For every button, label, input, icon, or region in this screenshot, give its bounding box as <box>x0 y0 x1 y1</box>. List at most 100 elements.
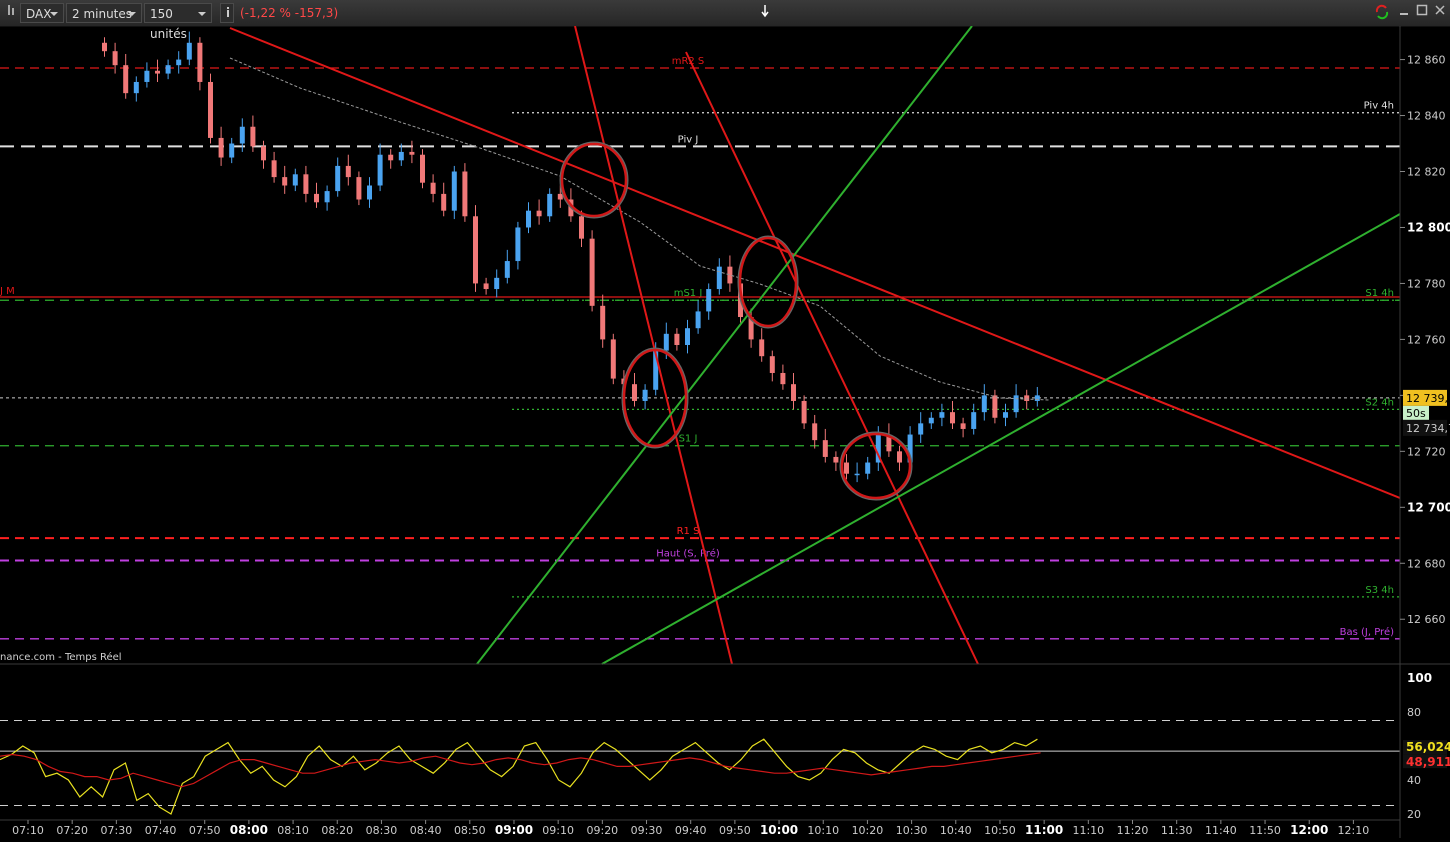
chevron-down-icon <box>198 12 206 16</box>
moving-average-line <box>229 57 1051 401</box>
candle-body <box>685 328 690 345</box>
candle-body <box>504 261 510 278</box>
trendline-red <box>574 25 733 665</box>
level-label: Haut (S, Pré) <box>656 547 720 559</box>
arrow-down-icon[interactable] <box>757 4 773 20</box>
candle-body <box>854 473 860 476</box>
candle-body <box>483 283 489 290</box>
candle-body <box>420 154 425 183</box>
time-tick-label: 07:20 <box>56 824 88 837</box>
time-tick-label: 11:00 <box>1025 823 1063 837</box>
time-tick-label: 07:50 <box>189 824 221 837</box>
candle-body <box>441 193 447 211</box>
candle-body <box>282 177 288 186</box>
candle-body <box>345 165 351 178</box>
osc-tick-label: 40 <box>1407 774 1421 787</box>
candle-body <box>155 70 160 74</box>
candle-body <box>918 423 924 435</box>
candle-body <box>759 339 765 357</box>
time-tick-label: 10:10 <box>807 824 839 837</box>
time-tick-label: 10:20 <box>852 824 884 837</box>
minimize-icon[interactable] <box>1396 4 1412 20</box>
candle-body <box>462 171 468 217</box>
candle-body <box>356 177 362 200</box>
price-tick-label: 12 760 <box>1407 333 1446 346</box>
close-icon[interactable] <box>1432 4 1448 20</box>
info-icon[interactable] <box>220 3 234 23</box>
candle-body <box>1034 395 1040 401</box>
time-tick-label: 07:10 <box>12 824 44 837</box>
candle-body <box>208 81 213 138</box>
chevron-down-icon <box>50 12 58 16</box>
level-label: R1 S <box>677 526 700 537</box>
candle-body <box>547 193 553 217</box>
timeframe-selector[interactable]: 2 minutes <box>66 3 142 23</box>
current-price-text: 12 739,1 <box>1406 392 1450 405</box>
candle-body <box>663 333 669 351</box>
trendline-red <box>685 51 979 665</box>
candle-body <box>600 305 606 340</box>
candle-body <box>229 143 235 158</box>
candle-body <box>218 137 224 158</box>
candle-body <box>123 65 129 94</box>
time-tick-label: 11:40 <box>1205 824 1237 837</box>
candle-body <box>250 126 256 147</box>
time-tick-label: 08:10 <box>277 824 309 837</box>
candle-body <box>303 174 309 194</box>
price-tick-label: 12 860 <box>1407 54 1446 67</box>
time-tick-label: 08:20 <box>321 824 353 837</box>
instrument-selector[interactable]: DAX <box>20 3 64 23</box>
time-tick-label: 10:50 <box>984 824 1016 837</box>
price-tick-label: 12 660 <box>1407 613 1446 626</box>
toolbar: DAX 2 minutes 150 unités (-1,22 % -157,3… <box>0 0 1450 41</box>
chart-icon[interactable] <box>4 3 18 23</box>
candle-body <box>589 238 595 306</box>
candle-body <box>112 51 118 66</box>
chart-area[interactable]: mR2 S Piv 4h Piv J S1 4h mS1 J S2 4h S1 J R1 SH… <box>0 25 1450 838</box>
candle-body <box>674 333 680 345</box>
candle-body <box>261 146 266 161</box>
candle-body <box>102 42 107 52</box>
time-tick-label: 09:20 <box>586 824 618 837</box>
source-label: nance.com - Temps Réel <box>0 651 122 663</box>
level-label: S1 J <box>679 434 698 445</box>
candle-body <box>992 395 998 418</box>
time-tick-label: 12:10 <box>1338 824 1370 837</box>
refresh-icon[interactable] <box>1374 4 1390 20</box>
level-label: Piv 4h <box>1364 101 1394 112</box>
units-selector[interactable]: 150 unités <box>144 3 212 41</box>
level-label: S3 4h <box>1365 585 1394 596</box>
candle-body <box>314 193 319 203</box>
level-label: S2 4h <box>1365 397 1394 408</box>
price-tick-label: 12 700 <box>1407 500 1450 514</box>
candle-body <box>1024 395 1030 401</box>
maximize-icon[interactable] <box>1414 4 1430 20</box>
candle-body <box>981 395 987 413</box>
candle-body <box>377 154 383 186</box>
time-tick-label: 09:30 <box>631 824 663 837</box>
candle-body <box>197 42 203 82</box>
candle-body <box>335 165 341 192</box>
time-tick-label: 12:00 <box>1290 823 1328 837</box>
candle-body <box>473 216 478 284</box>
candle-body <box>791 384 796 401</box>
candle-body <box>430 182 436 194</box>
osc-tick-label: 100 <box>1407 671 1432 685</box>
price-change: (-1,22 % -157,3) <box>240 6 339 20</box>
chart-svg[interactable]: mR2 SPiv 4hPiv JS1 4hmS1 JS2 4hS1 JR1 SH… <box>0 25 1450 838</box>
candle-body <box>409 151 415 155</box>
time-tick-label: 10:30 <box>896 824 928 837</box>
time-tick-label: 11:50 <box>1249 824 1281 837</box>
time-tick-label: 07:40 <box>145 824 177 837</box>
candle-body <box>133 81 139 94</box>
time-tick-label: 11:10 <box>1072 824 1104 837</box>
candle-body <box>536 210 542 217</box>
candle-body <box>271 160 277 178</box>
other-price-text: 12 734,7 <box>1406 422 1450 435</box>
candle-body <box>695 311 701 329</box>
time-tick-label: 10:40 <box>940 824 972 837</box>
trendline-green <box>476 25 973 665</box>
candle-body <box>716 266 722 290</box>
circle-annotation <box>560 142 628 218</box>
osc-yellow-value: 56,024 <box>1406 740 1450 754</box>
